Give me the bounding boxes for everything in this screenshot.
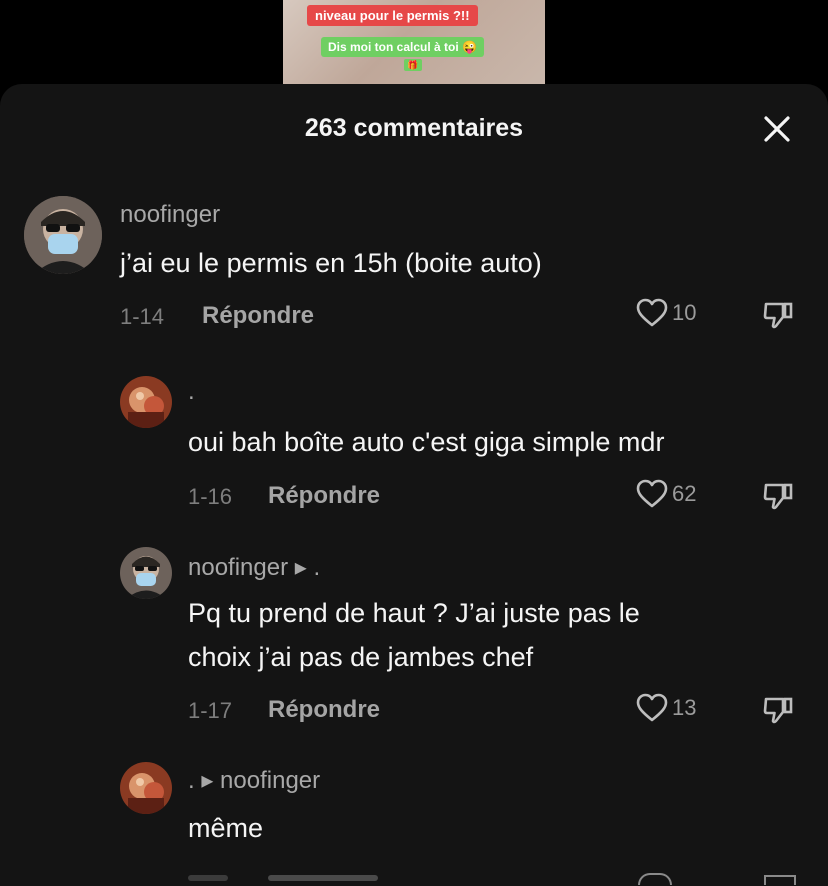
- heart-icon: [636, 479, 668, 508]
- dislike-button[interactable]: [762, 481, 794, 511]
- comment-date: 1-14: [120, 304, 165, 329]
- close-icon: [764, 116, 790, 142]
- like-button[interactable]: 10: [636, 298, 696, 328]
- dislike-button[interactable]: [762, 300, 794, 330]
- like-count: 62: [672, 481, 697, 506]
- video-caption-top: niveau pour le permis ?!!: [307, 5, 478, 26]
- reply-button[interactable]: Répondre: [202, 302, 314, 330]
- avatar[interactable]: [120, 547, 172, 599]
- thumbs-down-icon: [763, 483, 793, 510]
- comment-text: j’ai eu le permis en 15h (boite auto): [120, 248, 542, 278]
- like-button[interactable]: 13: [636, 693, 696, 723]
- comments-count-title: 263 commentaires: [304, 114, 524, 142]
- comments-sheet: 263 commentaires noofinger j’ai eu le pe…: [0, 84, 828, 886]
- comment-username[interactable]: .: [188, 378, 195, 406]
- video-caption-bottom: Dis moi ton calcul à toi 😜: [321, 37, 484, 57]
- heart-icon: [636, 693, 668, 722]
- comment-username[interactable]: noofinger: [120, 201, 220, 229]
- reply-button[interactable]: Répondre: [268, 696, 380, 724]
- video-preview[interactable]: niveau pour le permis ?!! Dis moi ton ca…: [283, 0, 545, 84]
- like-count: 13: [672, 695, 697, 720]
- comment-text: oui bah boîte auto c'est giga simple mdr: [188, 427, 665, 457]
- comment-date: 1-17: [188, 698, 233, 723]
- comment-username[interactable]: . ▸ noofinger: [188, 766, 320, 795]
- comment-actions-cut: [188, 869, 808, 886]
- like-count: 10: [672, 300, 697, 325]
- thumbs-down-icon: [763, 697, 793, 724]
- video-caption-emoji: 🎁: [404, 59, 422, 71]
- reply-button[interactable]: Répondre: [268, 482, 380, 510]
- heart-icon: [636, 298, 668, 327]
- thumbs-down-icon: [763, 302, 793, 329]
- comment-text: même: [188, 813, 264, 843]
- comment-username[interactable]: noofinger ▸ .: [188, 553, 320, 582]
- avatar[interactable]: [120, 762, 172, 814]
- close-button[interactable]: [760, 112, 794, 146]
- like-button[interactable]: 62: [636, 479, 696, 509]
- comment-date: 1-16: [188, 484, 233, 509]
- avatar[interactable]: [120, 376, 172, 428]
- avatar[interactable]: [24, 196, 102, 274]
- comment-text: Pq tu prend de haut ? J’ai juste pas le …: [188, 598, 640, 672]
- dislike-button[interactable]: [762, 695, 794, 725]
